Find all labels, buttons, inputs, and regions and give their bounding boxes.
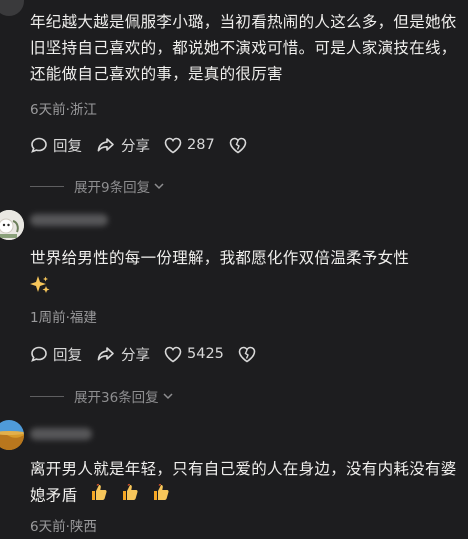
share-icon <box>97 138 114 152</box>
comment-text: 年纪越大越是佩服李小璐，当初看热闹的人这么多，但是她依旧坚持自己喜欢的，都说她不… <box>30 13 457 83</box>
avatar-image <box>0 420 24 450</box>
thumbs-up-emoji <box>120 482 140 510</box>
divider-line <box>30 395 64 397</box>
reply-button[interactable]: 回复 <box>30 135 82 156</box>
avatar[interactable] <box>0 420 24 450</box>
heart-icon <box>164 346 182 362</box>
divider-line <box>30 185 64 187</box>
like-button[interactable]: 5425 <box>164 346 224 363</box>
username-redacted <box>30 214 108 226</box>
avatar[interactable] <box>0 210 24 240</box>
broken-heart-icon <box>238 346 256 362</box>
expand-label: 展开36条回复 <box>74 390 159 406</box>
comment-text-content: 世界给男性的每一份理解，我都愿化作双倍温柔予女性 <box>30 249 410 267</box>
heart-icon <box>164 137 182 153</box>
chevron-down-icon <box>154 183 164 190</box>
like-count: 287 <box>187 137 215 153</box>
share-button[interactable]: 分享 <box>96 344 150 365</box>
expand-replies-button[interactable]: 展开9条回复 <box>30 176 165 196</box>
dislike-button[interactable] <box>229 137 252 154</box>
comment-actions: 回复 分享 5425 <box>30 342 275 366</box>
reply-button[interactable]: 回复 <box>30 344 82 365</box>
like-button[interactable]: 287 <box>164 137 215 154</box>
share-icon <box>97 347 114 361</box>
comment-text: 世界给男性的每一份理解，我都愿化作双倍温柔予女性 <box>30 245 462 297</box>
expand-replies-button[interactable]: 展开36条回复 <box>30 386 174 406</box>
reply-label: 回复 <box>53 138 82 155</box>
comment-meta: 6天前·浙江 <box>30 102 97 118</box>
like-count: 5425 <box>187 346 224 362</box>
broken-heart-icon <box>229 137 246 153</box>
comment-text: 离开男人就是年轻，只有自己爱的人在身边，没有内耗没有婆媳矛盾 <box>30 456 462 510</box>
share-label: 分享 <box>121 347 150 364</box>
reply-icon <box>31 137 47 153</box>
expand-label: 展开9条回复 <box>74 180 151 196</box>
thumbs-up-emoji <box>151 482 171 510</box>
reply-label: 回复 <box>53 347 82 364</box>
sparkles-emoji <box>30 275 50 293</box>
thumbs-up-emoji <box>89 482 109 510</box>
reply-icon <box>31 346 47 362</box>
dislike-button[interactable] <box>238 346 261 363</box>
comment-meta: 6天前·陕西 <box>30 519 97 535</box>
username-redacted <box>30 428 92 440</box>
share-button[interactable]: 分享 <box>96 135 150 156</box>
share-label: 分享 <box>121 138 150 155</box>
comment-actions: 回复 分享 287 <box>30 133 266 157</box>
chevron-down-icon <box>163 393 173 400</box>
avatar[interactable] <box>0 0 24 16</box>
comment-meta: 1周前·福建 <box>30 310 97 326</box>
avatar-image <box>0 210 24 240</box>
